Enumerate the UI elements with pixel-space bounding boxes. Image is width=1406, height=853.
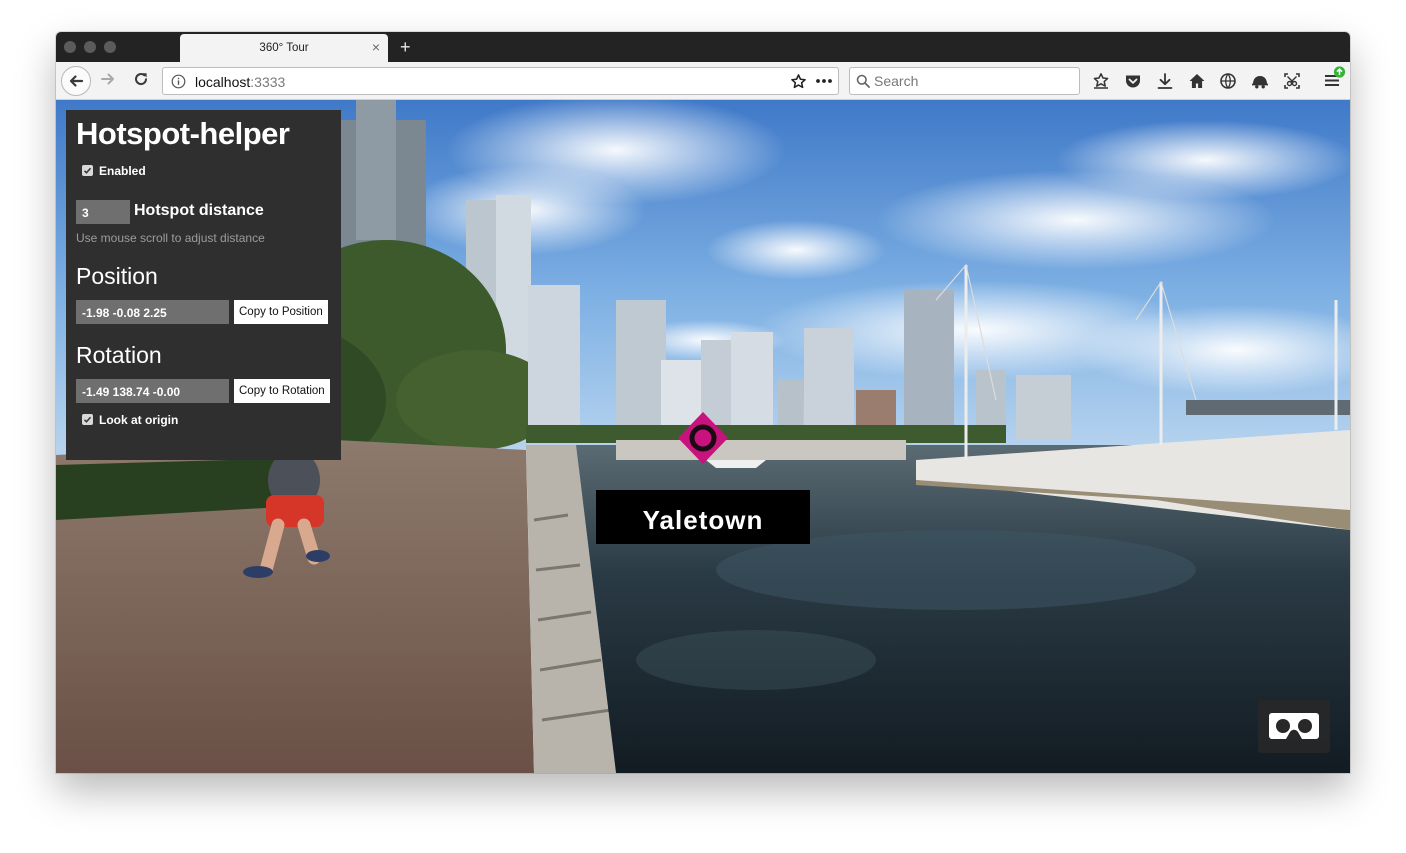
back-button[interactable] <box>61 66 91 96</box>
download-icon[interactable] <box>1156 72 1174 90</box>
vpn-globe-icon[interactable] <box>1219 72 1237 90</box>
minimize-window-button[interactable] <box>84 41 96 53</box>
scene-viewport[interactable]: Hotspot-helper Enabled 3 Hotspot distanc… <box>56 100 1350 773</box>
home-icon[interactable] <box>1188 72 1206 90</box>
back-icon <box>69 75 84 87</box>
enabled-label: Enabled <box>99 164 146 178</box>
pocket-icon[interactable] <box>1124 72 1142 90</box>
nav-toolbar: localhost:3333 <box>56 62 1350 100</box>
new-tab-button[interactable]: + <box>400 37 411 57</box>
page-actions-icon[interactable] <box>815 75 833 87</box>
url-host: localhost <box>195 74 251 90</box>
hotspot-distance-input[interactable]: 3 <box>76 200 130 224</box>
search-input[interactable] <box>874 72 1074 90</box>
forward-icon[interactable] <box>100 71 116 87</box>
distance-hint: Use mouse scroll to adjust distance <box>76 231 265 245</box>
rotation-heading: Rotation <box>76 342 162 368</box>
bookmark-star-icon[interactable] <box>790 73 807 90</box>
rotation-value-field[interactable]: -1.49 138.74 -0.00 <box>76 379 229 403</box>
look-at-origin-checkbox[interactable] <box>82 414 93 425</box>
url-text: localhost:3333 <box>195 74 285 90</box>
url-port: :3333 <box>250 74 286 90</box>
zoom-window-button[interactable] <box>104 41 116 53</box>
search-icon <box>856 74 870 88</box>
reload-icon[interactable] <box>133 71 149 87</box>
info-icon[interactable] <box>171 74 186 89</box>
hotspot-marker-icon[interactable] <box>676 410 730 466</box>
search-bar[interactable] <box>849 67 1080 95</box>
hotspot-label[interactable]: Yaletown <box>596 490 810 544</box>
menu-icon[interactable] <box>1322 65 1346 91</box>
copy-to-position-button[interactable]: Copy to Position <box>234 300 328 324</box>
browser-window: 360° Tour × + localhost:3333 Search Hots… <box>56 32 1350 773</box>
position-heading: Position <box>76 263 158 289</box>
tab-close-icon[interactable]: × <box>372 39 380 55</box>
screenshot-icon[interactable] <box>1283 72 1301 90</box>
tab-strip: 360° Tour × + <box>56 32 1350 62</box>
look-at-origin-label: Look at origin <box>99 413 179 427</box>
panel-title: Hotspot-helper <box>76 116 290 151</box>
hotspot-distance-label: Hotspot distance <box>134 202 264 219</box>
vr-mode-button[interactable] <box>1258 700 1330 753</box>
private-mask-icon[interactable] <box>1251 72 1269 90</box>
vr-goggles-icon <box>1269 712 1319 739</box>
hotspot-helper-panel: Hotspot-helper Enabled 3 Hotspot distanc… <box>66 110 341 460</box>
close-window-button[interactable] <box>64 41 76 53</box>
checkmark-icon <box>83 416 92 423</box>
bookmarks-library-icon[interactable] <box>1092 72 1110 90</box>
position-value-field[interactable]: -1.98 -0.08 2.25 <box>76 300 229 324</box>
url-bar[interactable]: localhost:3333 <box>162 67 839 95</box>
tab-360-tour[interactable]: 360° Tour × <box>180 34 388 62</box>
enabled-checkbox[interactable] <box>82 165 93 176</box>
copy-to-rotation-button[interactable]: Copy to Rotation <box>234 379 330 403</box>
tab-title: 360° Tour <box>259 42 309 54</box>
checkmark-icon <box>83 167 92 174</box>
